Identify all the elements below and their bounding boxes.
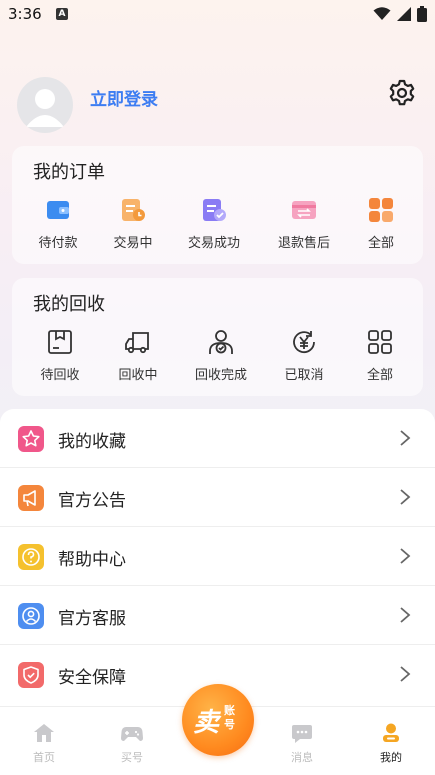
yen-refresh-icon: [290, 328, 318, 356]
notification-icon: A: [56, 8, 68, 20]
tab-buy-account[interactable]: 买号: [92, 723, 172, 765]
avatar[interactable]: [17, 77, 73, 133]
menu-item-customer-service[interactable]: 官方客服: [0, 586, 435, 645]
chevron-right-icon: [400, 548, 411, 564]
profile-icon: [380, 723, 402, 743]
order-all[interactable]: 全部: [341, 196, 421, 251]
wallet-icon: [44, 196, 72, 224]
message-icon: [291, 723, 313, 743]
recycle-cancelled[interactable]: 已取消: [264, 328, 344, 383]
chevron-right-icon: [400, 666, 411, 682]
login-link[interactable]: 立即登录: [90, 85, 158, 110]
recycle-label: 待回收: [40, 368, 80, 383]
menu-item-label: 帮助中心: [58, 550, 126, 570]
truck-icon: [124, 328, 152, 356]
menu-list: 我的收藏 官方公告 帮助中心 官方客服 安全保障: [0, 409, 435, 709]
order-label: 退款售后: [277, 236, 330, 251]
status-bar: 3:36 A: [0, 0, 435, 30]
service-icon: [18, 603, 44, 629]
recycle-label: 回收中: [118, 368, 158, 383]
signal-icon: [397, 7, 411, 21]
megaphone-icon: [18, 485, 44, 511]
menu-item-favorites[interactable]: 我的收藏: [0, 409, 435, 468]
recycle-completed[interactable]: 回收完成: [181, 328, 261, 383]
tab-messages[interactable]: 消息: [262, 723, 342, 765]
order-success[interactable]: 交易成功: [174, 196, 254, 251]
wifi-icon: [373, 7, 391, 20]
gamepad-icon: [121, 723, 143, 743]
check-doc-icon: [200, 196, 228, 224]
home-icon: [33, 723, 55, 743]
recycle-title: 我的回收: [33, 294, 105, 315]
recycle-all[interactable]: 全部: [340, 328, 420, 383]
gear-icon: [389, 79, 415, 106]
clock-doc-icon: [119, 196, 147, 224]
order-refund[interactable]: 退款售后: [264, 196, 344, 251]
menu-item-label: 安全保障: [58, 668, 126, 688]
menu-item-label: 官方公告: [58, 491, 126, 511]
tab-label: 首页: [33, 751, 55, 764]
recycle-label: 已取消: [284, 368, 324, 383]
order-label: 待付款: [38, 236, 78, 251]
tab-label: 我的: [380, 751, 402, 764]
orders-card: 我的订单 待付款 交易中 交易成功 退款售后 全部: [12, 146, 423, 264]
menu-item-label: 官方客服: [58, 609, 126, 629]
grid-icon: [367, 196, 395, 224]
sell-account-button[interactable]: 卖 账号: [182, 684, 254, 756]
chevron-right-icon: [400, 430, 411, 446]
status-icons: [373, 6, 427, 22]
user-check-icon: [207, 328, 235, 356]
tab-mine[interactable]: 我的: [351, 723, 431, 765]
grid-outline-icon: [366, 328, 394, 356]
tab-home[interactable]: 首页: [4, 723, 84, 765]
recycle-label: 回收完成: [194, 368, 247, 383]
chevron-right-icon: [400, 489, 411, 505]
order-in-progress[interactable]: 交易中: [93, 196, 173, 251]
menu-item-help[interactable]: 帮助中心: [0, 527, 435, 586]
battery-icon: [417, 6, 427, 22]
shield-icon: [18, 662, 44, 688]
recycle-pending[interactable]: 待回收: [20, 328, 100, 383]
star-icon: [18, 426, 44, 452]
menu-item-announcements[interactable]: 官方公告: [0, 468, 435, 527]
tab-label: 消息: [291, 751, 313, 764]
settings-button[interactable]: [387, 78, 417, 108]
order-label: 交易中: [113, 236, 153, 251]
default-avatar-icon: [26, 89, 64, 127]
sell-sub-label: 账号: [224, 704, 235, 731]
sell-main-label: 卖: [193, 708, 220, 738]
question-icon: [18, 544, 44, 570]
refund-icon: [290, 196, 318, 224]
menu-item-label: 我的收藏: [58, 432, 126, 452]
order-label: 全部: [367, 236, 394, 251]
tab-label: 买号: [121, 751, 143, 764]
order-label: 交易成功: [187, 236, 240, 251]
recycle-in-progress[interactable]: 回收中: [98, 328, 178, 383]
order-pending-payment[interactable]: 待付款: [18, 196, 98, 251]
orders-title: 我的订单: [33, 162, 105, 183]
box-icon: [46, 328, 74, 356]
recycle-label: 全部: [366, 368, 393, 383]
chevron-right-icon: [400, 607, 411, 623]
recycle-card: 我的回收 待回收 回收中 回收完成 已取消 全部: [12, 278, 423, 396]
status-time: 3:36: [8, 5, 42, 23]
